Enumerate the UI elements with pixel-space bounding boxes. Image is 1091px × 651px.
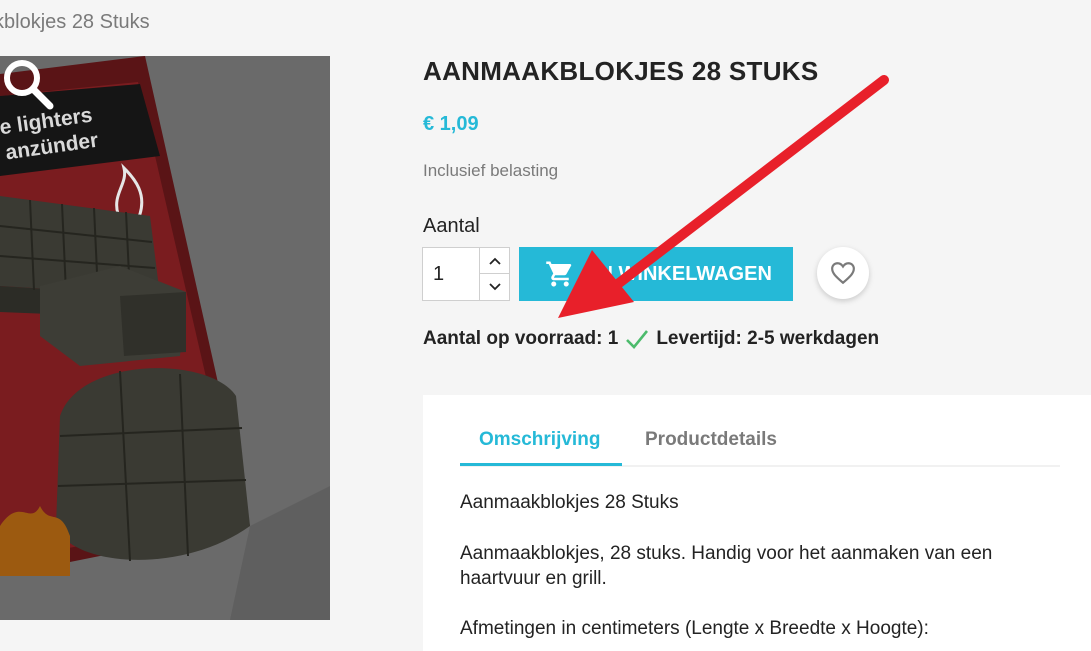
heart-icon — [831, 262, 855, 285]
breadcrumb-current: kblokjes 28 Stuks — [0, 11, 150, 33]
product-title: AANMAAKBLOKJES 28 STUKS — [423, 56, 819, 86]
chevron-up-icon — [488, 257, 501, 265]
tax-note: Inclusief belasting — [423, 161, 559, 180]
delivery-time: Levertijd: 2-5 werkdagen — [656, 328, 880, 349]
quantity-increase-button[interactable] — [480, 248, 509, 274]
quantity-spinner — [479, 248, 509, 300]
tab-bar: Omschrijving Productdetails — [460, 423, 1060, 467]
stock-count: Aantal op voorraad: 1 — [423, 328, 619, 349]
breadcrumb: kblokjes 28 Stuks — [0, 11, 150, 34]
active-tab-indicator — [460, 463, 622, 466]
product-price: € 1,09 — [423, 113, 479, 135]
description-body: Aanmaakblokjes, 28 stuks. Handig voor he… — [460, 543, 993, 589]
quantity-input[interactable] — [423, 248, 481, 300]
tab-productdetails[interactable]: Productdetails — [645, 429, 777, 451]
add-to-cart-button[interactable]: IN WINKELWAGEN — [519, 247, 793, 301]
quantity-label: Aantal — [423, 215, 480, 237]
product-tabs-panel: Omschrijving Productdetails Aanmaakblokj… — [423, 395, 1091, 651]
stock-info: Aantal op voorraad: 1 Levertijd: 2-5 wer… — [423, 326, 879, 352]
description-heading: Aanmaakblokjes 28 Stuks — [460, 492, 679, 513]
check-icon — [626, 330, 649, 349]
chevron-down-icon — [488, 283, 501, 291]
product-image[interactable]: e lighters anzünder — [0, 56, 330, 620]
quantity-decrease-button[interactable] — [480, 274, 509, 300]
product-image-graphic: e lighters anzünder — [0, 56, 330, 620]
quantity-stepper — [422, 247, 510, 301]
tab-omschrijving[interactable]: Omschrijving — [479, 429, 600, 451]
magnifier-icon[interactable] — [0, 56, 56, 112]
add-to-cart-label: IN WINKELWAGEN — [593, 262, 772, 285]
wishlist-button[interactable] — [817, 247, 869, 299]
cart-icon — [546, 261, 572, 287]
description-dimensions: Afmetingen in centimeters (Lengte x Bree… — [460, 618, 929, 639]
